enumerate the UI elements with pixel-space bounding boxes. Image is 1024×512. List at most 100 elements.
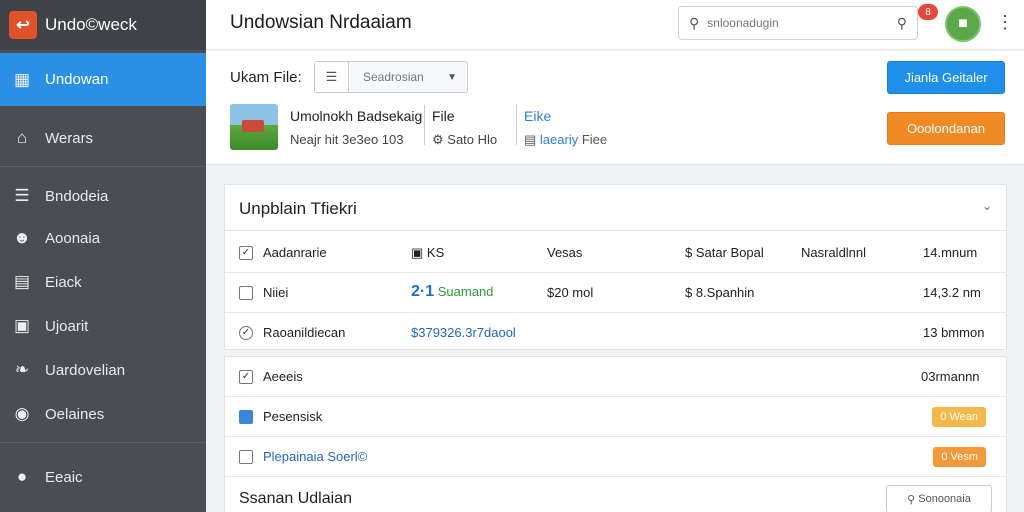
notification-badge[interactable]: 8 [918,4,938,20]
row-col4: $ 8.Spanhin [685,285,755,300]
sidebar: ↩ Undo©weck ▦ Undowan ⌂ Werars ☰ Bndodei… [0,0,214,512]
file-panel: Ukam File: ☰ Seadrosian ▼ Umolnokh Badse… [206,51,1024,165]
table-row[interactable]: Niiei 2·1 Suamand $20 mol $ 8.Spanhin 14… [225,273,1006,313]
file-select[interactable]: ☰ Seadrosian ▼ [314,61,468,93]
back-arrow-icon[interactable]: ↩ [9,11,37,39]
file-icon: ▤ [524,132,540,147]
row-col2: 2·1 Suamand [411,283,493,301]
sidebar-item-label: Bndodeia [45,187,109,205]
sidebar-item-undowan[interactable]: ▦ Undowan [0,53,214,106]
search-input[interactable] [707,16,897,30]
sidebar-item-label: Undowan [45,71,109,88]
file-select-value: Seadrosian [363,70,424,84]
tag-icon: ▣ [13,316,31,335]
more-menu-icon[interactable]: ⋮ [996,12,1014,33]
primary-action-button[interactable]: Jianla Geitaler [887,61,1005,94]
row-col2: ▣ KS [411,245,444,261]
sidebar-item-label: Ujoarit [45,317,89,335]
sidebar-item-label: Eeaic [45,468,83,486]
section-title: Ssanan Udlaian [239,490,352,507]
list-item[interactable]: ✓ Aeeeis 03rmannn [225,357,1006,397]
column-separator [516,105,517,145]
row-col2-text: Suamand [437,284,494,299]
chat-icon: ● [16,467,28,486]
brand-name: Undo©weck [45,15,137,34]
row-col6: 14.mnum [923,245,978,260]
file-type-value: ⚙ Sato Hlo [432,132,497,148]
row-checkbox[interactable] [239,286,253,300]
avatar[interactable]: ■ [945,6,981,42]
row-col2-text: KS [426,245,445,260]
row-name: Raoanildiecan [263,325,346,340]
user-icon: ☻ [13,228,31,247]
row-checkbox[interactable] [239,410,253,424]
file-thumbnail[interactable] [230,104,278,150]
status-badge: 0 Vesm [933,447,986,467]
status-badge: 0 Wean [932,407,986,427]
file-link-value[interactable]: ▤ laeariy Fiee [524,132,607,148]
file-link-text: laeariy [539,132,579,147]
sidebar-item-label: Oelaines [45,405,105,423]
sidebar-item-werars[interactable]: ⌂ Werars [0,116,206,160]
list-item[interactable]: Pesensisk 0 Wean [225,397,1006,437]
sidebar-item-bndodeia[interactable]: ☰ Bndodeia [0,174,206,218]
search-submit-icon[interactable]: ⚲ [897,15,907,32]
row-checkbox[interactable]: ✓ [239,326,253,340]
sidebar-item-label: Aoonaia [45,229,101,247]
sidebar-item-uardovelian[interactable]: ❧ Uardovelian [0,348,206,392]
row-col3: $20 mol [547,285,594,300]
row-checkbox[interactable]: ✓ [239,246,253,260]
filter-button[interactable]: ⚲ Sonoonaia [886,485,992,512]
chevron-down-icon: ▼ [447,71,457,83]
sidebar-item-aoonaia[interactable]: ☻ Aoonaia [0,216,206,260]
sidebar-item-label: Uardovelian [45,361,126,379]
sidebar-item-ujoarit[interactable]: ▣ Ujoarit [0,304,206,348]
sidebar-item-label: Eiack [45,273,82,291]
list-icon: ☰ [14,186,30,205]
sidebar-item-oelaines[interactable]: ◉ Oelaines [0,392,206,436]
secondary-action-button[interactable]: Ooolondanan [887,112,1005,145]
list-item[interactable]: Plepainaia Soerl© 0 Vesm [225,437,1006,477]
table-row[interactable]: ✓ Aadanrarie ▣ KS Vesas $ Satar Bopal Na… [225,233,1006,273]
search-icon: ⚲ [907,493,919,506]
row-col2-number: 2·1 [411,283,435,300]
file-meta: Neajr hit 3e3eo 103 [290,132,404,147]
sidebar-item-label: Werars [45,129,94,147]
column-separator [424,105,425,145]
card-header[interactable]: Unpblain Tfiekri ⌄ [225,185,1006,231]
file-label: Ukam File: [230,69,302,86]
circle-icon: ◉ [14,404,30,423]
row-checkbox[interactable] [239,450,253,464]
file-type-header: File [432,108,455,124]
row-col5: Nasraldlnnl [801,245,867,260]
file-link-header[interactable]: Eike [524,108,551,124]
page-title: Undowsian Nrdaaiam [230,12,412,33]
list-card: ✓ Aeeeis 03rmannn Pesensisk 0 Wean Plepa… [224,356,1007,512]
file-link-suffix: Fiee [581,132,608,147]
chevron-down-icon[interactable]: ⌄ [982,199,992,213]
file-type-text: Sato Hlo [447,132,498,147]
list-footer: Ssanan Udlaian ⚲ Sonoonaia [225,477,1006,512]
row-col4: $ Satar Bopal [685,245,764,260]
sidebar-divider [0,442,206,443]
data-table-card: Unpblain Tfiekri ⌄ ✓ Aadanrarie ▣ KS Ves… [224,184,1007,350]
brand[interactable]: ↩ Undo©weck [0,0,206,50]
grid-icon: ▦ [13,69,31,89]
home-icon: ⌂ [16,128,28,147]
sidebar-divider [0,166,206,167]
bird-icon: ❧ [14,360,30,379]
settings-icon: ⚙ [432,132,448,147]
row-checkbox[interactable]: ✓ [239,370,253,384]
sidebar-item-eiack[interactable]: ▤ Eiack [0,260,206,304]
card-title: Unpblain Tfiekri [239,199,357,218]
row-col2[interactable]: $379326.3r7daool [411,325,516,340]
search-box[interactable]: ⚲ ⚲ [678,6,918,40]
top-bar: Undowsian Nrdaaiam ⚲ ⚲ 8 ■ ⋮ [206,0,1024,50]
card-icon: ▤ [13,272,31,291]
list-item-name[interactable]: Plepainaia Soerl© [263,449,367,464]
row-col6: 14,3.2 nm [923,285,981,300]
row-col6: 13 bmmon [923,325,985,340]
list-item-name: Pesensisk [263,409,323,424]
table-row[interactable]: ✓ Raoanildiecan $379326.3r7daool 13 bmmo… [225,313,1006,353]
sidebar-item-eeaic[interactable]: ● Eeaic [0,455,206,499]
